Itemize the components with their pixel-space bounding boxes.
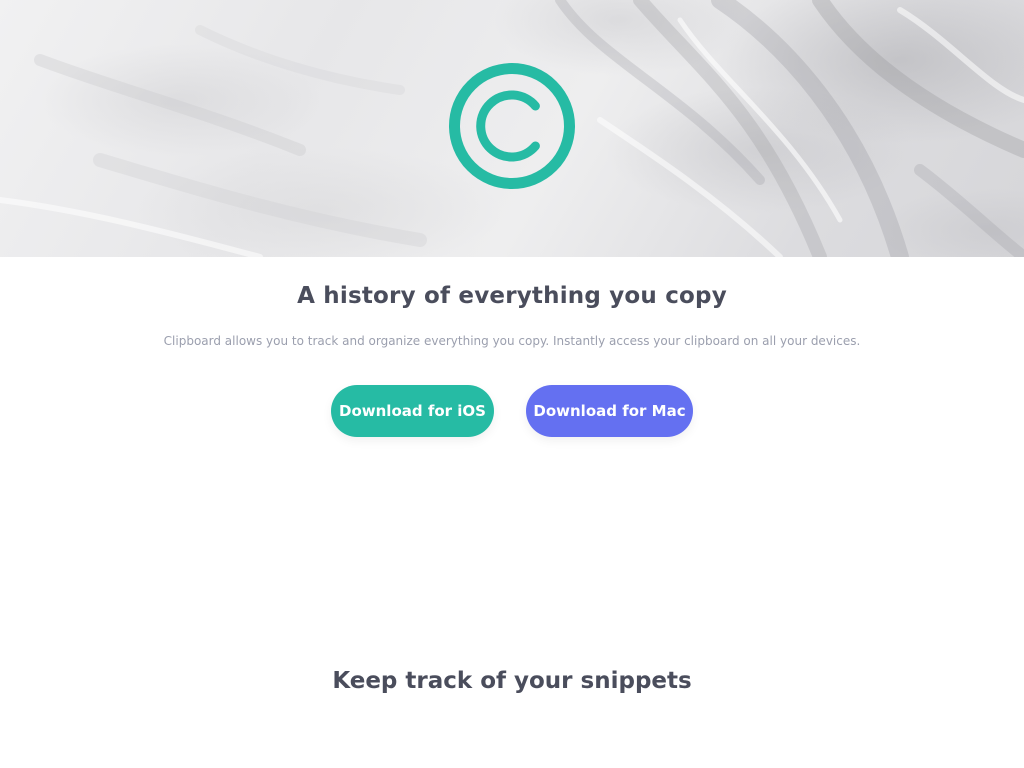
hero-banner <box>0 0 1024 257</box>
page-headline: A history of everything you copy <box>297 283 727 309</box>
snippets-section-title: Keep track of your snippets <box>332 668 692 694</box>
download-ios-button[interactable]: Download for iOS <box>331 385 494 437</box>
intro-description: Clipboard allows you to track and organi… <box>163 334 861 348</box>
copyright-c-icon <box>449 63 575 189</box>
download-mac-button[interactable]: Download for Mac <box>526 385 693 437</box>
